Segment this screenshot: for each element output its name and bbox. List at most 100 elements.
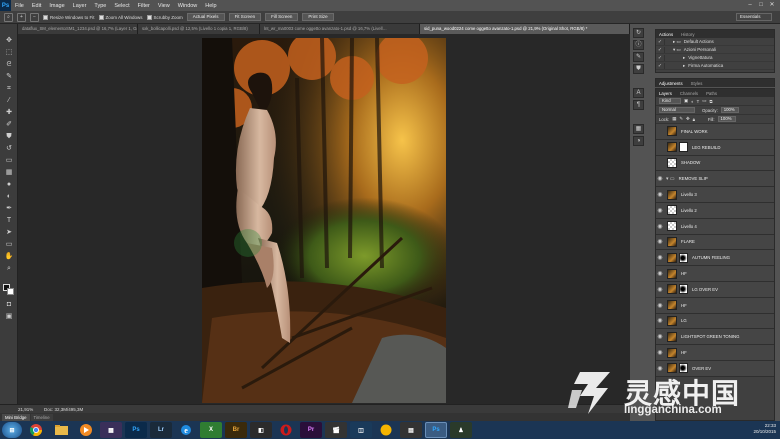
menu-window[interactable]: Window [178,3,198,9]
menu-select[interactable]: Select [114,3,129,9]
close-button[interactable]: ✕ [768,1,776,9]
layer-row[interactable]: FINAL WORK [656,124,774,140]
filter-smart-icon[interactable]: ⧉ [709,99,712,104]
media-player-icon[interactable] [75,422,97,438]
quick-mask-icon[interactable]: ◘ [4,300,14,309]
app-icon[interactable]: ▦ [100,422,122,438]
move-tool-icon[interactable]: ✥ [4,36,14,45]
file-explorer-icon[interactable] [50,422,72,438]
visibility-eye-icon[interactable]: ◉ [656,175,664,182]
tab-timeline[interactable]: Timeline [30,413,53,421]
tab-history[interactable]: History [681,32,694,37]
group-expand-icon[interactable]: ▾ ▭ [666,176,675,182]
brush-panel-icon[interactable]: ✎ [633,52,644,62]
tab-styles[interactable]: Styles [691,81,703,86]
workspace-select[interactable]: Essentials [736,13,772,21]
paragraph-panel-icon[interactable]: ¶ [633,100,644,110]
tab-paths[interactable]: Paths [706,91,717,96]
app-icon[interactable]: ◫ [350,422,372,438]
document-tab[interactable]: dataflux_SM_elementoSM1_1234.psd @ 16,7%… [18,24,138,34]
menu-type[interactable]: Type [94,3,106,9]
layer-row[interactable]: ◉ Livello 4 [656,218,774,235]
zoom-tool-icon[interactable]: ⌕ [4,264,14,273]
excel-icon[interactable]: X [200,422,222,438]
filter-pixel-icon[interactable]: ▣ [684,98,688,104]
check-icon[interactable]: ✓ [656,39,664,45]
history-brush-tool-icon[interactable]: ↺ [4,144,14,153]
layer-row[interactable]: ◉ HF [656,345,774,361]
taskbar-clock[interactable]: 22:33 20/10/2015 [753,423,776,435]
check-icon[interactable]: ✓ [656,47,664,53]
menu-layer[interactable]: Layer [73,3,87,9]
type-tool-icon[interactable]: T [4,216,14,225]
opacity-field[interactable]: 100% [720,107,739,113]
layer-mask-thumbnail[interactable] [679,252,688,263]
ie-icon[interactable]: e [175,422,197,438]
filter-type-icon[interactable]: T [697,99,700,104]
zoom-out-icon[interactable]: − [30,12,39,22]
fit-screen-button[interactable]: Fit Screen [228,13,262,21]
visibility-eye-icon[interactable]: ◉ [656,333,664,340]
gradient-tool-icon[interactable]: ▦ [4,168,14,177]
shape-tool-icon[interactable]: ▭ [4,240,14,249]
layer-mask-thumbnail[interactable] [679,142,688,153]
action-row[interactable]: ✓ ▸ Vignettatura [656,54,774,62]
zoom-level[interactable]: 21,91% [18,407,38,412]
path-select-tool-icon[interactable]: ➤ [4,228,14,237]
action-set-row[interactable]: ✓ ▸ ▭ Default Actions [656,38,774,46]
tab-actions[interactable]: Actions [659,32,673,37]
layer-row[interactable]: ◉ LG OVER EV [656,281,774,298]
zoom-all-windows-checkbox[interactable]: Zoom All Windows [98,14,143,20]
visibility-eye-icon[interactable]: ◉ [656,238,664,245]
layer-row[interactable]: ◉ LG [656,313,774,330]
eyedropper-tool-icon[interactable]: ⁄ [4,96,14,105]
color-panel-icon[interactable]: ◑ [633,136,644,146]
start-button[interactable]: ⊞ [2,422,22,438]
clone-source-panel-icon[interactable]: ⛊ [633,64,644,74]
crop-tool-icon[interactable]: ⌗ [4,84,14,93]
app-icon[interactable]: ♟ [450,422,472,438]
layer-mask-thumbnail[interactable] [679,284,688,295]
blur-tool-icon[interactable]: ● [4,180,14,189]
visibility-eye-icon[interactable]: ◉ [656,191,664,198]
document-tab[interactable]: lnt_wr_ma0003 come oggetto avanzato-1.ps… [260,24,420,34]
app-icon[interactable]: ◧ [250,422,272,438]
opera-icon[interactable] [275,422,297,438]
filter-shape-icon[interactable]: ▭ [702,98,706,104]
zoom-in-icon[interactable]: + [17,12,26,22]
visibility-eye-icon[interactable]: ◉ [656,286,664,293]
filter-adjust-icon[interactable]: ◐ [691,99,694,104]
pen-tool-icon[interactable]: ✒ [4,204,14,213]
app-icon[interactable]: ▤ [400,422,422,438]
lasso-tool-icon[interactable]: ᘓ [4,60,14,69]
layer-row[interactable]: SHADOW [656,155,774,172]
swatches-panel-icon[interactable]: ▦ [633,124,644,134]
tab-mini-bridge[interactable]: Mini Bridge [2,413,30,421]
history-panel-icon[interactable]: ↻ [633,28,644,38]
tab-channels[interactable]: Channels [680,91,698,96]
document-tab[interactable]: sxk_bollicapolli.psd @ 12,5% (Livello 1 … [138,24,260,34]
brush-tool-icon[interactable]: ✐ [4,120,14,129]
visibility-eye-icon[interactable]: ◉ [656,207,664,214]
clapper-icon[interactable]: 🎬︎ [325,422,347,438]
print-size-button[interactable]: Print Size [302,13,334,21]
properties-panel-icon[interactable]: ⓘ [633,40,644,50]
quick-select-tool-icon[interactable]: ✎ [4,72,14,81]
document-tab-active[interactable]: sid_puna_wood0224 come oggetto avanzato-… [420,24,630,34]
menu-file[interactable]: File [15,3,24,9]
action-row[interactable]: ✓ ▸ Firma Automatica [656,62,774,70]
visibility-eye-icon[interactable]: ◉ [656,349,664,356]
check-icon[interactable]: ✓ [656,63,664,69]
menu-help[interactable]: Help [205,3,216,9]
menu-filter[interactable]: Filter [138,3,150,9]
minimize-button[interactable]: – [746,1,754,9]
layer-row[interactable]: ◉ HF [656,266,774,282]
visibility-eye-icon[interactable]: ◉ [656,302,664,309]
zoom-tool-icon[interactable]: ⌕ [4,12,13,22]
hand-tool-icon[interactable]: ✋ [4,252,14,261]
visibility-eye-icon[interactable]: ◉ [656,317,664,324]
photoshop-taskbar-icon[interactable]: Ps [125,422,147,438]
menu-view[interactable]: View [158,3,170,9]
visibility-eye-icon[interactable]: ◉ [656,254,664,261]
premiere-taskbar-icon[interactable]: Pr [300,422,322,438]
